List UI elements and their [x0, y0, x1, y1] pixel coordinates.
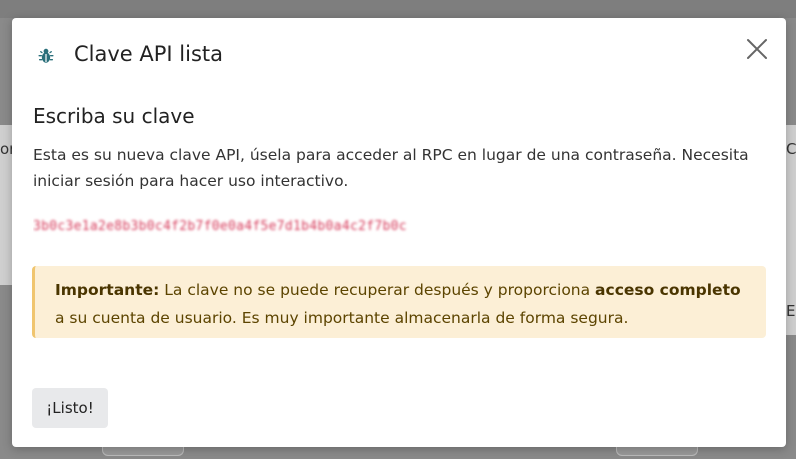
warning-label: Importante:	[55, 281, 160, 299]
api-key-dialog: Clave API lista Escriba su clave Esta es…	[12, 18, 786, 447]
warning-emphasis: acceso completo	[595, 281, 741, 299]
api-key-text: 3b0c3e1a2e8b3b0c4f2b7f0e0a4f5e7d1b4b0a4c…	[33, 219, 407, 234]
background-button-edge	[102, 447, 184, 456]
dialog-header: Clave API lista	[12, 18, 786, 94]
api-key-value[interactable]: 3b0c3e1a2e8b3b0c4f2b7f0e0a4f5e7d1b4b0a4c…	[33, 217, 433, 237]
background-button-edge	[616, 447, 698, 456]
dialog-description: Esta es su nueva clave API, úsela para a…	[33, 146, 749, 190]
warning-text-before: La clave no se puede recuperar después y…	[159, 281, 596, 299]
warning-text-after: a su cuenta de usuario. Es muy important…	[55, 309, 629, 327]
warning-alert: Importante: La clave no se puede recuper…	[32, 266, 766, 338]
close-button[interactable]	[744, 36, 770, 62]
background-text-fragment: E	[786, 302, 796, 320]
bug-icon	[36, 46, 56, 66]
background-topbar	[0, 0, 796, 18]
dialog-title: Clave API lista	[74, 42, 223, 66]
close-icon	[747, 39, 767, 59]
background-text-fragment: C	[786, 140, 796, 158]
done-button[interactable]: ¡Listo!	[32, 388, 108, 428]
section-title: Escriba su clave	[33, 104, 195, 128]
